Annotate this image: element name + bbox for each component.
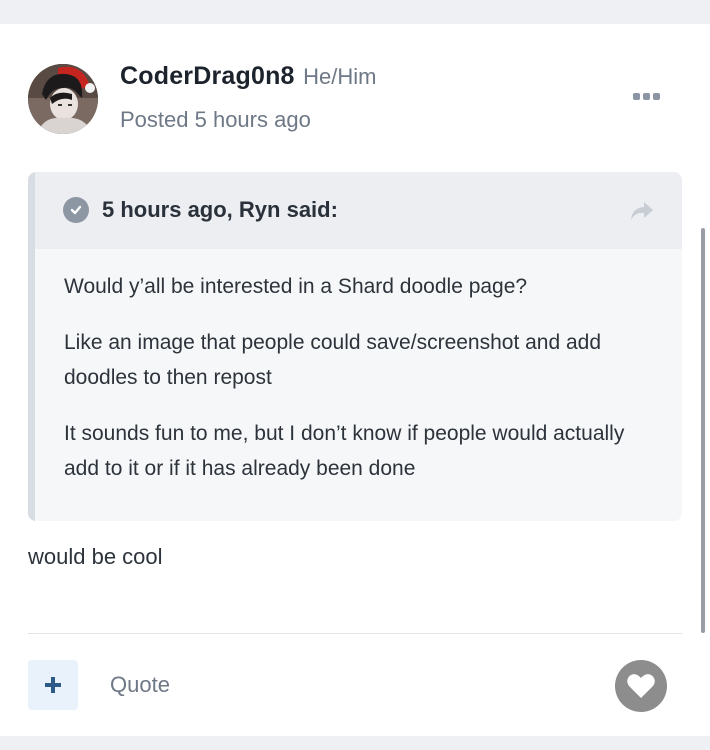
like-button[interactable] xyxy=(615,660,667,712)
quote-citation[interactable]: 5 hours ago, Ryn said: xyxy=(102,197,338,223)
quote-paragraph: It sounds fun to me, but I don’t know if… xyxy=(64,422,625,480)
author-line: CoderDrag0n8 He/Him xyxy=(120,62,376,91)
scrollbar[interactable] xyxy=(701,228,705,633)
share-arrow-icon[interactable] xyxy=(629,200,655,222)
quote-header: 5 hours ago, Ryn said: xyxy=(35,172,682,249)
avatar-image xyxy=(28,64,98,134)
add-reaction-button[interactable] xyxy=(28,660,78,710)
quote-paragraph: Would y’all be interested in a Shard doo… xyxy=(64,275,528,298)
ellipsis-icon xyxy=(632,92,640,100)
author-pronouns: He/Him xyxy=(303,64,377,89)
quote-border xyxy=(28,172,35,521)
quote-button[interactable]: Quote xyxy=(110,672,170,698)
post-card: CoderDrag0n8 He/Him Posted 5 hours ago 5… xyxy=(0,24,710,736)
divider xyxy=(28,633,682,634)
plus-icon xyxy=(45,677,61,693)
quote-paragraph: Like an image that people could save/scr… xyxy=(64,331,602,389)
avatar[interactable] xyxy=(28,64,98,134)
post-timestamp[interactable]: Posted 5 hours ago xyxy=(120,107,311,133)
quote-body: Would y’all be interested in a Shard doo… xyxy=(64,269,660,507)
quote-block: 5 hours ago, Ryn said: Would y’all be in… xyxy=(28,172,682,521)
check-circle-icon xyxy=(63,197,89,223)
more-options-button[interactable] xyxy=(628,88,664,104)
post-body-text: would be cool xyxy=(28,544,163,569)
heart-icon xyxy=(627,674,655,698)
author-name[interactable]: CoderDrag0n8 xyxy=(120,62,295,90)
